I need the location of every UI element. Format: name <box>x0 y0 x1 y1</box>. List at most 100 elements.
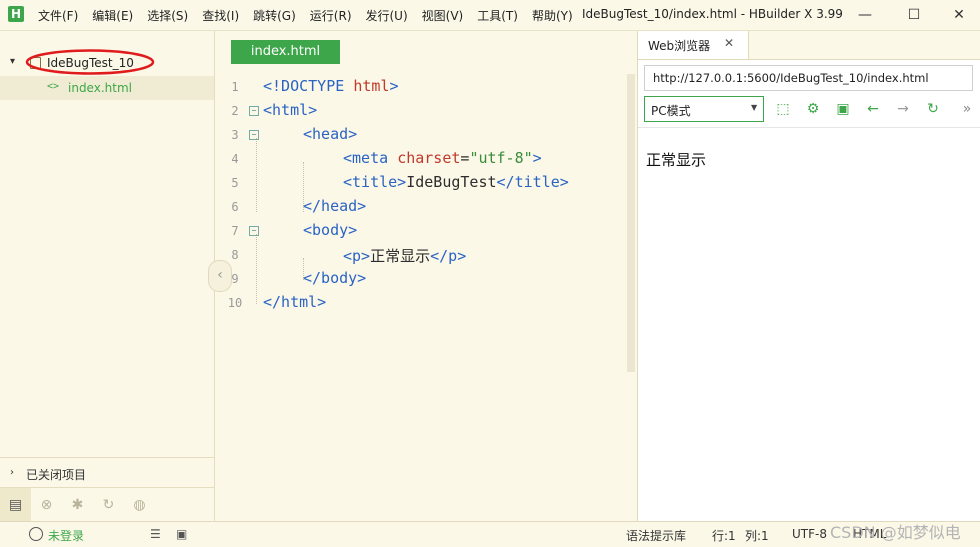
web-browser-panel: Web浏览器 ✕ http://127.0.0.1:5600/IdeBugTes… <box>637 31 980 521</box>
code-token: <title> <box>343 173 407 191</box>
project-manager-icon[interactable]: ▤ <box>0 488 31 522</box>
code-token: <html> <box>263 101 318 119</box>
list-icon[interactable]: ☰ <box>150 527 161 541</box>
menu-help[interactable]: 帮助(Y) <box>532 7 573 24</box>
git-icon[interactable]: ↻ <box>93 488 124 522</box>
code-token: 正常显示 <box>370 247 431 265</box>
fold-toggle-icon[interactable]: − <box>249 226 259 236</box>
device-mode-label: PC模式 <box>651 104 691 118</box>
code-token: > <box>532 149 542 167</box>
binoculars-icon[interactable]: ⊗ <box>31 488 62 522</box>
code-text: <html> <box>263 101 317 119</box>
menu-edit[interactable]: 编辑(E) <box>92 7 133 24</box>
tab-web-browser[interactable]: Web浏览器 ✕ <box>638 31 749 59</box>
dropdown-arrow-icon: ▼ <box>751 103 758 112</box>
line-number: 7 <box>231 224 239 238</box>
chevron-down-icon[interactable]: ▾ <box>10 56 15 67</box>
code-line[interactable]: 1 <!DOCTYPE html> <box>215 75 627 99</box>
line-number: 6 <box>231 200 239 214</box>
title-bar: H 文件(F) 编辑(E) 选择(S) 查找(I) 跳转(G) 运行(R) 发行… <box>0 0 980 31</box>
code-line[interactable]: 5 <title>IdeBugTest</title> <box>215 171 627 195</box>
menu-bar: 文件(F) 编辑(E) 选择(S) 查找(I) 跳转(G) 运行(R) 发行(U… <box>38 0 587 30</box>
syntax-hint-library[interactable]: 语法提示库 <box>626 527 686 544</box>
code-line[interactable]: 7− <body> <box>215 219 627 243</box>
forward-arrow-icon[interactable]: → <box>892 98 914 120</box>
code-token: </html> <box>263 293 327 311</box>
code-token: charset <box>397 149 461 167</box>
settings-gear-icon[interactable]: ⚙ <box>802 98 824 120</box>
globe-icon[interactable]: ◍ <box>124 488 155 522</box>
fold-toggle-icon[interactable]: − <box>249 106 259 116</box>
file-encoding[interactable]: UTF-8 <box>792 527 827 541</box>
menu-view[interactable]: 视图(V) <box>422 7 464 24</box>
rendered-paragraph: 正常显示 <box>646 151 707 169</box>
code-text: <p>正常显示</p> <box>343 245 466 266</box>
back-arrow-icon[interactable]: ← <box>862 98 884 120</box>
code-line[interactable]: 8 <p>正常显示</p> <box>215 243 627 267</box>
maximize-button[interactable]: ☐ <box>891 0 937 30</box>
hbuilder-logo-icon: H <box>8 6 24 22</box>
minimize-button[interactable]: — <box>842 0 888 30</box>
code-token: </body> <box>303 269 367 287</box>
code-text: <title>IdeBugTest</title> <box>343 173 569 191</box>
code-token: </head> <box>303 197 367 215</box>
code-token: <meta <box>343 149 398 167</box>
url-input[interactable]: http://127.0.0.1:5600/IdeBugTest_10/inde… <box>644 65 973 91</box>
line-number: 2 <box>231 104 239 118</box>
code-line[interactable]: 4 <meta charset="utf-8"> <box>215 147 627 171</box>
code-token: </title> <box>496 173 569 191</box>
red-annotation-circle <box>25 49 155 75</box>
window-title: IdeBugTest_10/index.html - HBuilder X 3.… <box>582 7 843 21</box>
fold-toggle-icon[interactable]: − <box>249 130 259 140</box>
code-line[interactable]: 3− <head> <box>215 123 627 147</box>
more-icon[interactable]: » <box>956 98 978 120</box>
code-token: <body> <box>303 221 358 239</box>
closed-projects-section[interactable]: › 已关闭项目 <box>0 457 214 488</box>
code-line[interactable]: 6 </head> <box>215 195 627 219</box>
menu-run[interactable]: 运行(R) <box>310 7 352 24</box>
menu-select[interactable]: 选择(S) <box>147 7 188 24</box>
watermark: CSDN @如梦似电 <box>830 523 961 542</box>
menu-tools[interactable]: 工具(T) <box>477 7 518 24</box>
bug-icon[interactable]: ✱ <box>62 488 93 522</box>
user-icon[interactable] <box>29 527 43 541</box>
code-token: <!DOCTYPE <box>263 77 354 95</box>
close-icon[interactable]: ✕ <box>724 36 734 50</box>
code-line[interactable]: 10 </html> <box>215 291 627 315</box>
browser-tab-bar: Web浏览器 ✕ <box>638 31 980 60</box>
editor-scrollbar[interactable] <box>627 74 635 372</box>
code-text: </head> <box>303 197 366 215</box>
menu-file[interactable]: 文件(F) <box>38 7 78 24</box>
closed-projects-label: 已关闭项目 <box>26 468 87 482</box>
collapse-sidebar-icon[interactable]: ‹ <box>208 260 232 292</box>
project-sidebar: ▾ IdeBugTest_10 <> index.html › 已关闭项目 ▤ … <box>0 31 215 522</box>
html-file-icon: <> <box>47 81 60 92</box>
divider <box>638 127 980 128</box>
close-window-button[interactable]: ✕ <box>936 0 980 30</box>
login-status[interactable]: 未登录 <box>48 527 84 544</box>
file-tree-item[interactable]: <> index.html <box>0 76 214 100</box>
code-text: </body> <box>303 269 366 287</box>
line-number: 3 <box>231 128 239 142</box>
code-line[interactable]: 9 </body> <box>215 267 627 291</box>
file-name: index.html <box>68 81 132 95</box>
chevron-right-icon: › <box>10 467 14 478</box>
menu-goto[interactable]: 跳转(G) <box>253 7 296 24</box>
terminal-icon[interactable]: ▣ <box>176 527 187 541</box>
console-icon[interactable]: ▣ <box>832 98 854 120</box>
code-text: <body> <box>303 221 357 239</box>
cursor-line: 行:1 <box>712 529 736 543</box>
open-external-icon[interactable]: ⬚ <box>772 98 794 120</box>
code-token: </p> <box>430 247 467 265</box>
code-text: <head> <box>303 125 357 143</box>
browser-tab-label: Web浏览器 <box>648 39 711 53</box>
menu-publish[interactable]: 发行(U) <box>366 7 408 24</box>
refresh-icon[interactable]: ↻ <box>922 98 944 120</box>
code-line[interactable]: 2− <html> <box>215 99 627 123</box>
device-mode-select[interactable]: PC模式 ▼ <box>644 96 764 122</box>
code-text: <meta charset="utf-8"> <box>343 149 542 167</box>
url-text: http://127.0.0.1:5600/IdeBugTest_10/inde… <box>653 71 929 85</box>
tab-index-html[interactable]: index.html <box>231 40 340 64</box>
code-token: IdeBugTest <box>406 173 497 191</box>
menu-find[interactable]: 查找(I) <box>202 7 239 24</box>
